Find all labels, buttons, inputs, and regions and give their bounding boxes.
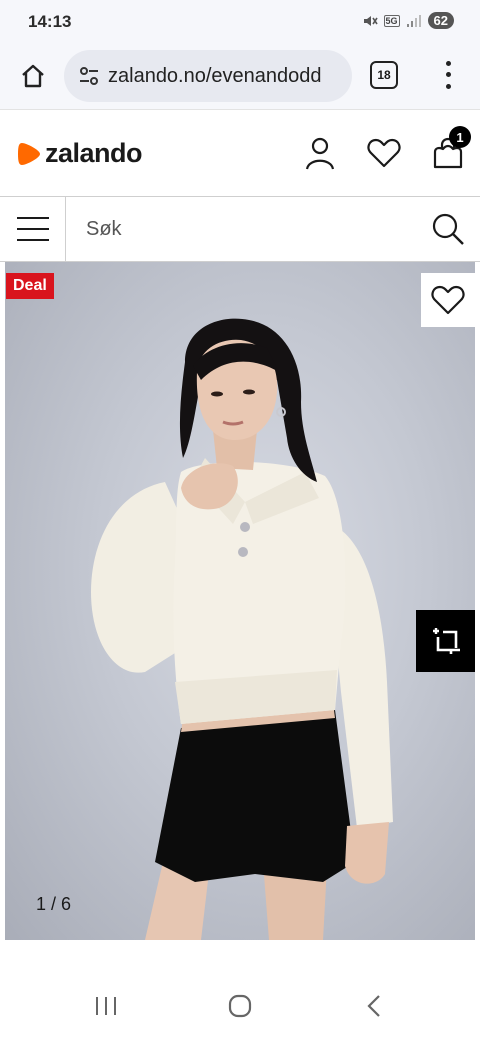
browser-menu-button[interactable] [436,58,460,92]
recents-icon [96,997,116,1015]
browser-toolbar: zalando.no/evenandodd 18 [0,44,480,110]
zalando-logo-icon [18,142,40,165]
signal-icon [406,14,421,27]
back-chevron-icon [367,995,380,1017]
image-counter: 1 / 6 [36,894,72,914]
mute-icon [363,15,378,26]
hamburger-line-icon [16,217,49,219]
product-image-carousel[interactable]: Deal 1 / 6 [5,262,475,940]
hamburger-line-icon [16,239,49,241]
hamburger-line-icon [16,228,49,230]
site-header: zalando 1 [0,110,480,196]
site-settings-icon[interactable] [78,65,100,87]
search-icon [432,213,464,245]
status-icons: 5G 62 [362,12,454,29]
crop-plus-icon [433,628,460,654]
cart-count-badge: 1 [449,126,471,148]
search-row [0,196,480,262]
heart-icon [367,138,401,168]
menu-dot-icon [445,61,451,67]
wishlist-button[interactable] [366,134,402,172]
tab-switcher-button[interactable]: 18 [370,61,398,89]
home-button[interactable] [14,57,52,95]
recent-apps-button[interactable] [86,988,126,1024]
account-button[interactable] [302,134,338,172]
back-button[interactable] [354,988,394,1024]
menu-dot-icon [445,72,451,78]
home-nav-button[interactable] [220,988,260,1024]
product-photo [91,318,393,940]
system-navigation-bar [0,960,480,1040]
menu-dot-icon [445,83,451,89]
home-icon [22,64,44,88]
home-circle-icon [228,994,252,1018]
search-input[interactable] [86,197,386,261]
cart-button[interactable]: 1 [430,126,471,172]
status-bar: 14:13 5G 62 [0,0,480,44]
address-bar[interactable]: zalando.no/evenandodd [64,50,352,102]
search-button[interactable] [428,209,468,249]
heart-icon [431,285,465,315]
add-to-compare-button[interactable] [416,610,475,672]
zalando-logo[interactable]: zalando [18,138,143,169]
product-wishlist-button[interactable] [421,273,475,327]
status-time: 14:13 [28,12,72,31]
network-type: 5G [383,14,400,27]
menu-button[interactable] [0,197,66,261]
deal-badge: Deal [6,273,54,299]
url-text[interactable]: zalando.no/evenandodd [108,65,322,88]
battery-indicator: 62 [427,12,454,29]
user-icon [305,137,335,170]
brand-name: zalando [45,138,143,168]
